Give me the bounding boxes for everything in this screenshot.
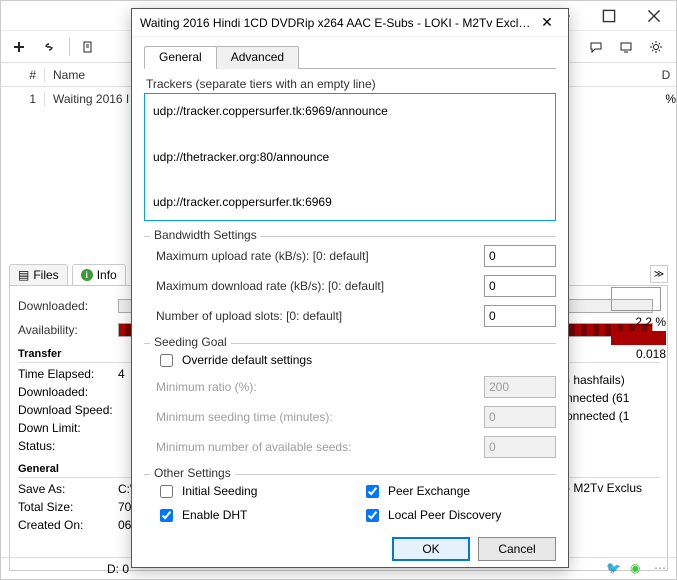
add-link-button[interactable]: [35, 34, 63, 60]
maximize-button[interactable]: [586, 1, 631, 30]
trackers-textarea[interactable]: [144, 93, 556, 221]
upload-slots-label: Number of upload slots: [0: default]: [144, 309, 484, 323]
android-icon[interactable]: ◉: [630, 561, 646, 577]
peer-exchange-label: Peer Exchange: [388, 484, 470, 498]
tab-advanced[interactable]: Advanced: [216, 46, 299, 69]
downloaded2-label: Downloaded:: [18, 385, 118, 403]
download-rate-input[interactable]: [484, 275, 556, 297]
enable-dht-label: Enable DHT: [182, 508, 247, 522]
remote-icon[interactable]: [612, 34, 640, 60]
min-ratio-input: [484, 376, 556, 398]
tab-overflow-button[interactable]: ≫: [650, 265, 668, 283]
upload-rate-input[interactable]: [484, 245, 556, 267]
min-seeds-label: Minimum number of available seeds:: [144, 440, 484, 454]
dialog-titlebar: Waiting 2016 Hindi 1CD DVDRip x264 AAC E…: [132, 9, 568, 37]
time-elapsed-label: Time Elapsed:: [18, 367, 118, 385]
local-peer-discovery-label: Local Peer Discovery: [388, 508, 501, 522]
toolbar-separator: [69, 38, 70, 56]
downloaded-label: Downloaded:: [18, 299, 118, 313]
share-icon[interactable]: ⋯: [654, 561, 670, 577]
created-on-label: Created On:: [18, 518, 118, 536]
peer-exchange-checkbox[interactable]: [366, 485, 379, 498]
availability-label: Availability:: [18, 323, 118, 337]
min-seed-time-label: Minimum seeding time (minutes):: [144, 410, 484, 424]
local-peer-discovery-checkbox[interactable]: [366, 509, 379, 522]
detail-tabs: ▤Files iInfo: [9, 264, 126, 285]
gear-icon[interactable]: [642, 34, 670, 60]
files-icon: ▤: [18, 268, 29, 282]
dialog-buttons: OK Cancel: [132, 527, 568, 571]
status-label: Status:: [18, 439, 118, 457]
row-number: 1: [1, 92, 45, 106]
upload-slots-input[interactable]: [484, 305, 556, 327]
cancel-button[interactable]: Cancel: [478, 537, 556, 561]
col-d[interactable]: D: [656, 68, 676, 82]
add-torrent-button[interactable]: [5, 34, 33, 60]
min-seed-time-input: [484, 406, 556, 428]
dl-speed-label: Download Speed:: [18, 403, 118, 421]
initial-seeding-checkbox[interactable]: [160, 485, 173, 498]
min-seeds-input: [484, 436, 556, 458]
down-limit-label: Down Limit:: [18, 421, 118, 439]
override-defaults-checkbox[interactable]: [160, 354, 173, 367]
trackers-label: Trackers (separate tiers with an empty l…: [144, 77, 556, 91]
dialog-tabs: General Advanced: [144, 45, 556, 69]
right-metrics: 2.2 % 0.018: [611, 287, 666, 361]
info-icon: i: [81, 269, 93, 281]
download-rate-label: Maximum download rate (kB/s): [0: defaul…: [144, 279, 484, 293]
initial-seeding-label: Initial Seeding: [182, 484, 257, 498]
bandwidth-heading: Bandwidth Settings: [150, 228, 261, 242]
seeding-heading: Seeding Goal: [150, 335, 231, 349]
tab-general[interactable]: General: [144, 46, 217, 69]
save-as-label: Save As:: [18, 482, 118, 500]
tab-files[interactable]: ▤Files: [9, 264, 68, 285]
tab-info[interactable]: iInfo: [72, 264, 126, 285]
ok-button[interactable]: OK: [392, 537, 470, 561]
torrent-properties-dialog: Waiting 2016 Hindi 1CD DVDRip x264 AAC E…: [131, 8, 569, 568]
col-number[interactable]: #: [1, 68, 45, 82]
upload-rate-label: Maximum upload rate (kB/s): [0: default]: [144, 249, 484, 263]
min-ratio-label: Minimum ratio (%):: [144, 380, 484, 394]
pct-value: 2.2 %: [611, 315, 666, 329]
total-size-label: Total Size:: [18, 500, 118, 518]
twitter-icon[interactable]: 🐦: [606, 561, 622, 577]
chat-icon[interactable]: [582, 34, 610, 60]
override-defaults-label: Override default settings: [182, 353, 312, 367]
status-d: D: 0: [107, 562, 129, 576]
dialog-close-button[interactable]: ✕: [534, 14, 560, 31]
row-pct: %: [636, 92, 676, 106]
dialog-title: Waiting 2016 Hindi 1CD DVDRip x264 AAC E…: [140, 16, 534, 30]
enable-dht-checkbox[interactable]: [160, 509, 173, 522]
right-overflow-text: ) hashfails) nnected (61 onnected (1 - M…: [566, 351, 666, 499]
other-heading: Other Settings: [150, 466, 235, 480]
create-torrent-button[interactable]: [74, 34, 102, 60]
close-button[interactable]: [631, 1, 676, 30]
